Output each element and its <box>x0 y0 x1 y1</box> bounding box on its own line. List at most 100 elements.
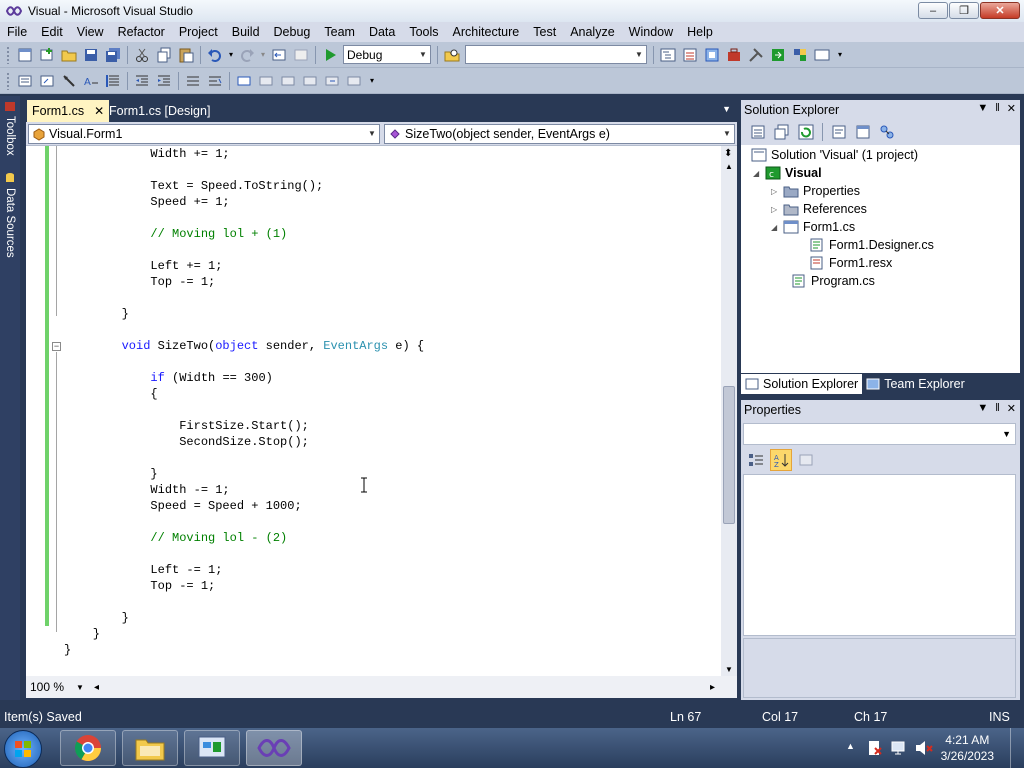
scroll-down-icon[interactable]: ▼ <box>725 665 733 674</box>
view-code-icon[interactable] <box>828 121 850 143</box>
paste-icon[interactable] <box>175 44 197 66</box>
tree-item-references[interactable]: ▷ References <box>771 200 867 218</box>
zoom-level[interactable]: 100 % <box>30 680 64 694</box>
properties-window-icon[interactable] <box>679 44 701 66</box>
increase-indent-icon[interactable] <box>153 70 175 92</box>
uncomment-lines-icon[interactable] <box>204 70 226 92</box>
close-icon[interactable]: ✕ <box>1007 102 1016 115</box>
add-item-icon[interactable] <box>36 44 58 66</box>
collapse-triangle-icon[interactable]: ◢ <box>771 223 783 232</box>
menu-analyze[interactable]: Analyze <box>563 22 621 42</box>
menu-data[interactable]: Data <box>362 22 402 42</box>
menu-tools[interactable]: Tools <box>402 22 445 42</box>
new-project-icon[interactable] <box>14 44 36 66</box>
maximize-button[interactable]: ❐ <box>949 2 979 19</box>
navigate-forward-icon[interactable] <box>290 44 312 66</box>
parameter-info-icon[interactable] <box>36 70 58 92</box>
vertical-scroll-thumb[interactable] <box>723 386 735 524</box>
menu-team[interactable]: Team <box>317 22 362 42</box>
minimize-button[interactable]: – <box>918 2 948 19</box>
expand-triangle-icon[interactable]: ▷ <box>771 187 783 196</box>
property-grid[interactable] <box>743 474 1016 636</box>
menu-refactor[interactable]: Refactor <box>111 22 172 42</box>
collapse-region-icon[interactable]: − <box>52 342 61 351</box>
command-window-icon[interactable] <box>811 44 833 66</box>
find-combo[interactable]: ▼ <box>465 45 647 64</box>
tab-form1-cs[interactable]: Form1.cs ✕ <box>27 100 110 122</box>
previous-bookmark-icon[interactable] <box>255 70 277 92</box>
object-browser-icon[interactable] <box>701 44 723 66</box>
tree-item-solution[interactable]: Solution 'Visual' (1 project) <box>751 146 918 164</box>
window-position-icon[interactable]: ▼ <box>977 402 988 415</box>
quick-info-icon[interactable] <box>58 70 80 92</box>
split-icon[interactable]: ⬍ <box>724 148 732 159</box>
display-object-member-list-icon[interactable] <box>14 70 36 92</box>
start-debugging-icon[interactable] <box>319 44 341 66</box>
solution-explorer-icon[interactable] <box>657 44 679 66</box>
list-icon[interactable] <box>102 70 124 92</box>
redo-dropdown-icon[interactable]: ▾ <box>258 44 268 66</box>
comment-out-lines-icon[interactable] <box>182 70 204 92</box>
scroll-right-icon[interactable]: ▸ <box>710 682 715 693</box>
menu-architecture[interactable]: Architecture <box>446 22 527 42</box>
action-center-icon[interactable] <box>866 739 884 757</box>
find-in-files-icon[interactable] <box>441 44 463 66</box>
previous-bookmark-in-folder-icon[interactable] <box>299 70 321 92</box>
tab-list-dropdown-icon[interactable]: ▼ <box>722 104 731 114</box>
menu-build[interactable]: Build <box>225 22 267 42</box>
menu-edit[interactable]: Edit <box>34 22 70 42</box>
navigate-backward-icon[interactable] <box>268 44 290 66</box>
toolbar-grip[interactable] <box>6 45 10 64</box>
view-class-diagram-icon[interactable] <box>876 121 898 143</box>
undo-dropdown-icon[interactable]: ▾ <box>226 44 236 66</box>
categorized-icon[interactable] <box>745 449 767 471</box>
member-dropdown[interactable]: SizeTwo(object sender, EventArgs e) ▼ <box>384 123 735 144</box>
start-button[interactable] <box>4 730 42 768</box>
type-dropdown[interactable]: Visual.Form1 ▼ <box>28 123 380 144</box>
complete-word-icon[interactable]: A <box>80 70 102 92</box>
toolbar-grip[interactable] <box>6 71 10 90</box>
menu-window[interactable]: Window <box>622 22 680 42</box>
decrease-indent-icon[interactable] <box>131 70 153 92</box>
close-button[interactable]: ✕ <box>980 2 1020 19</box>
scroll-up-icon[interactable]: ▲ <box>725 162 733 171</box>
undo-icon[interactable] <box>204 44 226 66</box>
menu-project[interactable]: Project <box>172 22 225 42</box>
tree-item-project[interactable]: ◢ c Visual <box>753 164 822 182</box>
properties-icon[interactable] <box>747 121 769 143</box>
start-page-icon[interactable] <box>767 44 789 66</box>
collapse-triangle-icon[interactable]: ◢ <box>753 169 765 178</box>
tab-solution-explorer[interactable]: Solution Explorer <box>741 374 863 394</box>
taskbar-file-explorer[interactable] <box>122 730 178 766</box>
solution-configuration-dropdown[interactable]: Debug ▼ <box>343 45 431 64</box>
refresh-icon[interactable] <box>795 121 817 143</box>
bookmark-options-icon[interactable]: ▾ <box>365 70 379 92</box>
save-icon[interactable] <box>80 44 102 66</box>
next-bookmark-in-folder-icon[interactable] <box>321 70 343 92</box>
close-icon[interactable]: ✕ <box>1007 402 1016 415</box>
cut-icon[interactable] <box>131 44 153 66</box>
menu-help[interactable]: Help <box>680 22 720 42</box>
save-all-icon[interactable] <box>102 44 124 66</box>
taskbar-chrome[interactable] <box>60 730 116 766</box>
alphabetical-icon[interactable]: AZ <box>770 449 792 471</box>
property-pages-icon[interactable] <box>795 449 817 471</box>
data-sources-tab[interactable]: Data Sources <box>1 172 19 258</box>
code-area[interactable]: − Width += 1; Text = Speed.ToString(); S… <box>26 146 721 676</box>
tree-item-program-cs[interactable]: Program.cs <box>791 272 875 290</box>
volume-muted-icon[interactable] <box>914 739 934 757</box>
toggle-bookmark-icon[interactable] <box>233 70 255 92</box>
tools-icon[interactable] <box>745 44 767 66</box>
scroll-left-icon[interactable]: ◂ <box>94 682 99 693</box>
tree-item-form1-designer[interactable]: Form1.Designer.cs <box>809 236 934 254</box>
show-all-files-icon[interactable] <box>771 121 793 143</box>
next-bookmark-icon[interactable] <box>277 70 299 92</box>
horizontal-scrollbar[interactable] <box>107 680 702 694</box>
toolbox-tab[interactable]: Toolbox <box>1 100 19 156</box>
tree-item-form1-cs[interactable]: ◢ Form1.cs <box>771 218 855 236</box>
close-tab-icon[interactable]: ✕ <box>94 104 104 118</box>
tab-form1-designer[interactable]: Form1.cs [Design] <box>104 100 215 122</box>
extension-manager-icon[interactable] <box>789 44 811 66</box>
open-file-icon[interactable] <box>58 44 80 66</box>
toolbar-options-icon[interactable]: ▾ <box>833 44 847 66</box>
